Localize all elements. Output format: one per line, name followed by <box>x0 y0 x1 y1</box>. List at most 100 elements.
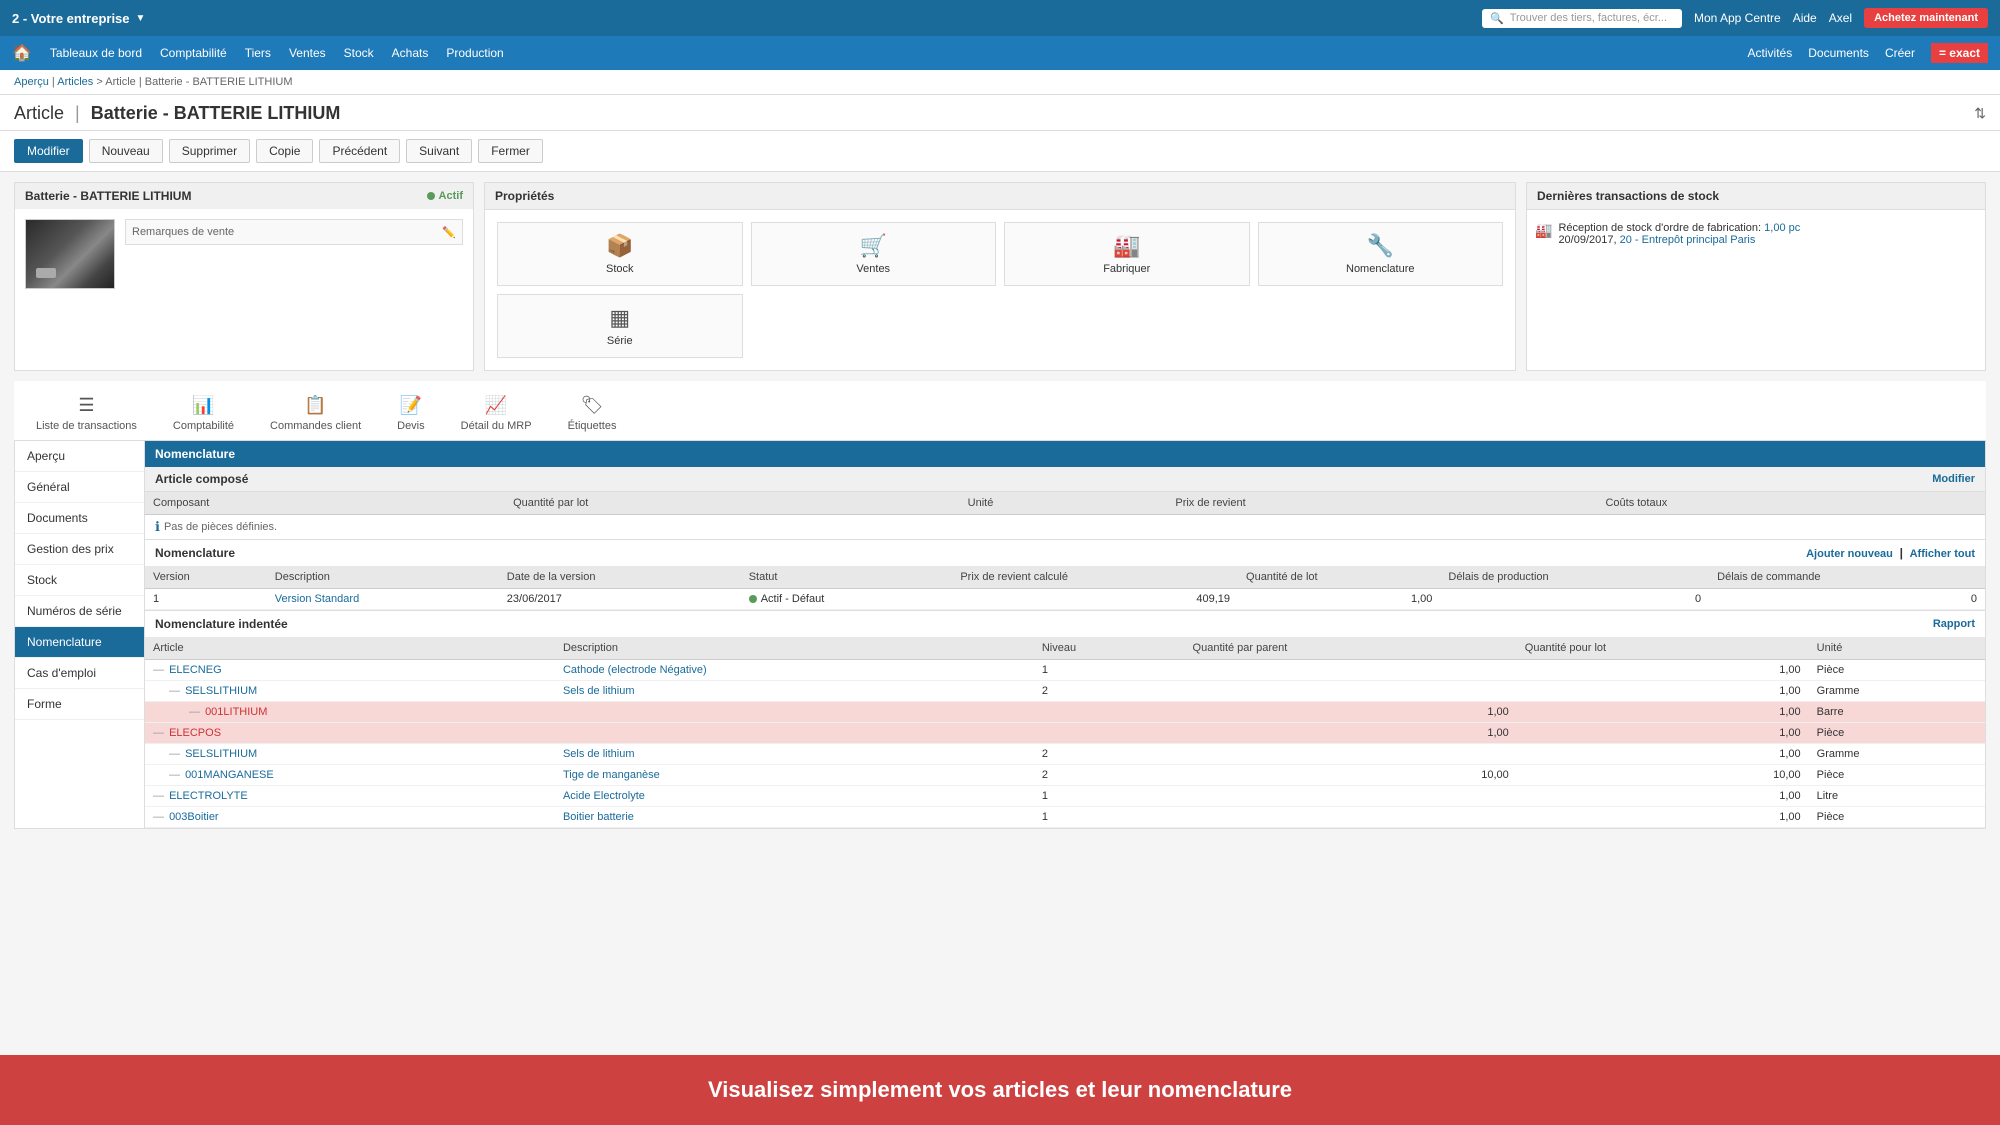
article-link[interactable]: 001MANGANESE <box>185 769 274 781</box>
table-row: — SELSLITHIUM Sels de lithium 2 1,00 Gra… <box>145 744 1985 765</box>
ajouter-nouveau-link[interactable]: Ajouter nouveau <box>1806 548 1893 560</box>
edit-icon[interactable]: ✏️ <box>442 226 456 239</box>
tab-devis[interactable]: 📝 Devis <box>389 389 433 440</box>
article-link[interactable]: SELSLITHIUM <box>185 748 257 760</box>
home-icon[interactable]: 🏠 <box>12 43 32 63</box>
search-placeholder: Trouver des tiers, factures, écr... <box>1510 12 1667 24</box>
menu-gestion-prix[interactable]: Gestion des prix <box>15 534 144 565</box>
nav-tableaux-de-bord[interactable]: Tableaux de bord <box>50 40 142 66</box>
tab-detail-mrp[interactable]: 📈 Détail du MRP <box>453 389 540 440</box>
col-qte-lot: Quantité par lot <box>505 492 960 515</box>
mon-app-centre-link[interactable]: Mon App Centre <box>1694 11 1781 25</box>
tab-liste-transactions[interactable]: ☰ Liste de transactions <box>28 389 145 440</box>
col-qte-parent: Quantité par parent <box>1185 637 1517 660</box>
menu-apercu[interactable]: Aperçu <box>15 441 144 472</box>
menu-forme[interactable]: Forme <box>15 689 144 720</box>
nav-stock[interactable]: Stock <box>344 40 374 66</box>
transaction-item: 🏭 Réception de stock d'ordre de fabricat… <box>1535 218 1977 250</box>
row-qte-parent <box>1185 681 1517 702</box>
desc-link[interactable]: Tige de manganèse <box>563 769 660 781</box>
menu-cas-emploi[interactable]: Cas d'emploi <box>15 658 144 689</box>
tab-etiquettes[interactable]: 🏷 Étiquettes <box>560 389 625 440</box>
liste-icon: ☰ <box>78 395 94 416</box>
top-bar: 2 - Votre entreprise ▼ 🔍 Trouver des tie… <box>0 0 2000 36</box>
achetez-button[interactable]: Achetez maintenant <box>1864 8 1988 28</box>
nav-tiers[interactable]: Tiers <box>245 40 271 66</box>
nomenclature-versions-table: Version Description Date de la version S… <box>145 566 1985 610</box>
transactions-content: 🏭 Réception de stock d'ordre de fabricat… <box>1527 210 1985 258</box>
proprietes-grid-row2: ▦ Série <box>495 292 1505 360</box>
indented-label: Nomenclature indentée <box>155 617 288 631</box>
content-area: Aperçu Général Documents Gestion des pri… <box>14 441 1986 829</box>
nav-ventes[interactable]: Ventes <box>289 40 326 66</box>
aide-link[interactable]: Aide <box>1793 11 1817 25</box>
row-level: 2 <box>1034 681 1185 702</box>
sort-icon[interactable]: ⇅ <box>1974 105 1986 122</box>
afficher-tout-link[interactable]: Afficher tout <box>1910 548 1975 560</box>
remarks-input[interactable]: Remarques de vente ✏️ <box>125 219 463 245</box>
prop-nomenclature[interactable]: 🔧 Nomenclature <box>1258 222 1504 286</box>
article-link[interactable]: 003Boitier <box>169 811 219 823</box>
transaction-value-link[interactable]: 1,00 pc <box>1764 222 1800 234</box>
row-desc: Sels de lithium <box>555 744 1034 765</box>
suivant-button[interactable]: Suivant <box>406 139 472 163</box>
nav-creer[interactable]: Créer <box>1885 46 1915 60</box>
menu-documents[interactable]: Documents <box>15 503 144 534</box>
tab-commandes-client[interactable]: 📋 Commandes client <box>262 389 369 440</box>
tab-mrp-label: Détail du MRP <box>461 420 532 432</box>
tab-comptabilite[interactable]: 📊 Comptabilité <box>165 389 242 440</box>
article-link[interactable]: 001LITHIUM <box>205 706 267 718</box>
prop-fabriquer[interactable]: 🏭 Fabriquer <box>1004 222 1250 286</box>
row-code: — 003Boitier <box>145 807 555 828</box>
menu-stock[interactable]: Stock <box>15 565 144 596</box>
article-link[interactable]: ELECNEG <box>169 664 222 676</box>
nav-documents[interactable]: Documents <box>1808 46 1869 60</box>
company-selector[interactable]: 2 - Votre entreprise ▼ <box>12 11 145 26</box>
rapport-link[interactable]: Rapport <box>1933 618 1975 630</box>
fermer-button[interactable]: Fermer <box>478 139 543 163</box>
desc-link[interactable]: Sels de lithium <box>563 748 635 760</box>
table-row: — ELECTROLYTE Acide Electrolyte 1 1,00 L… <box>145 786 1985 807</box>
transaction-location-link[interactable]: 20 - Entrepôt principal Paris <box>1620 234 1756 246</box>
menu-numeros-serie[interactable]: Numéros de série <box>15 596 144 627</box>
prop-stock[interactable]: 📦 Stock <box>497 222 743 286</box>
row-qte-parent: 10,00 <box>1185 765 1517 786</box>
article-link[interactable]: ELECTROLYTE <box>169 790 248 802</box>
nomenclature-table-title: Nomenclature Ajouter nouveau | Afficher … <box>145 540 1985 566</box>
breadcrumb-apercu[interactable]: Aperçu <box>14 76 49 88</box>
breadcrumb-articles[interactable]: Articles <box>57 76 93 88</box>
nav-comptabilite[interactable]: Comptabilité <box>160 40 227 66</box>
article-link[interactable]: SELSLITHIUM <box>185 685 257 697</box>
copie-button[interactable]: Copie <box>256 139 313 163</box>
status-text: Actif - Défaut <box>761 593 825 605</box>
left-menu: Aperçu Général Documents Gestion des pri… <box>15 441 145 828</box>
menu-nomenclature[interactable]: Nomenclature <box>15 627 144 658</box>
menu-general[interactable]: Général <box>15 472 144 503</box>
table-row: — 003Boitier Boitier batterie 1 1,00 Piè… <box>145 807 1985 828</box>
desc-link[interactable]: Boitier batterie <box>563 811 634 823</box>
nav-activites[interactable]: Activités <box>1748 46 1793 60</box>
nomenclature-indented-table: Article Description Niveau Quantité par … <box>145 637 1985 828</box>
version-link[interactable]: Version Standard <box>275 593 359 605</box>
ventes-icon: 🛒 <box>860 233 887 259</box>
prop-serie[interactable]: ▦ Série <box>497 294 743 358</box>
article-link[interactable]: ELECPOS <box>169 727 221 739</box>
nouveau-button[interactable]: Nouveau <box>89 139 163 163</box>
nomenclature-label: Nomenclature <box>155 546 235 560</box>
article-label: Article <box>14 103 64 123</box>
modifier-button[interactable]: Modifier <box>14 139 83 163</box>
desc-link[interactable]: Cathode (electrode Négative) <box>563 664 707 676</box>
precedent-button[interactable]: Précédent <box>319 139 400 163</box>
nav-production[interactable]: Production <box>446 40 503 66</box>
modifier-link[interactable]: Modifier <box>1932 473 1975 485</box>
version-statut: Actif - Défaut <box>741 589 953 610</box>
row-desc: Tige de manganèse <box>555 765 1034 786</box>
desc-link[interactable]: Acide Electrolyte <box>563 790 645 802</box>
global-search[interactable]: 🔍 Trouver des tiers, factures, écr... <box>1482 9 1682 28</box>
supprimer-button[interactable]: Supprimer <box>169 139 250 163</box>
remarks-label: Remarques de vente <box>132 226 234 238</box>
prop-ventes[interactable]: 🛒 Ventes <box>751 222 997 286</box>
desc-link[interactable]: Sels de lithium <box>563 685 635 697</box>
nav-achats[interactable]: Achats <box>392 40 429 66</box>
row-desc: Boitier batterie <box>555 807 1034 828</box>
